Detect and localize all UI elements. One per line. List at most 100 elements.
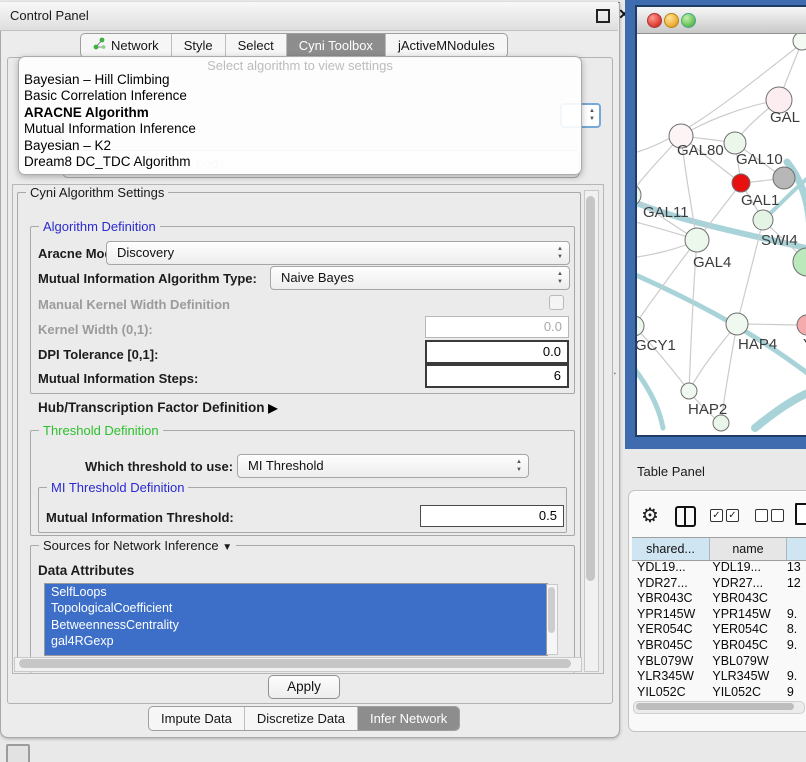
column-header-name[interactable]: name	[710, 538, 787, 560]
table-row[interactable]: YBR045CYBR045C9.	[632, 638, 806, 654]
network-window-titlebar[interactable]	[637, 7, 806, 34]
network-node-7[interactable]	[753, 210, 773, 230]
table-row[interactable]: YER054CYER054C8.	[632, 622, 806, 638]
gear-icon[interactable]: ⚙	[641, 503, 659, 528]
mutual-information-steps-field[interactable]: 6	[425, 364, 569, 388]
split-columns-icon[interactable]	[675, 506, 696, 527]
column-header-partial[interactable]	[787, 538, 806, 560]
apply-button[interactable]: Apply	[268, 675, 340, 699]
close-traffic-light-icon[interactable]	[647, 13, 662, 28]
chevron-right-icon[interactable]: ▶	[268, 401, 277, 415]
document-icon[interactable]	[795, 503, 806, 525]
network-node-8[interactable]	[685, 228, 709, 252]
network-canvas[interactable]: GALGAL80GAL10GAL1GAL11SWI4GAL4GCY1HAP4YH…	[637, 34, 806, 433]
algorithm-option[interactable]: Bayesian – K2	[24, 138, 576, 154]
unchecked-checkbox-icon[interactable]	[755, 509, 768, 522]
data-attribute-item[interactable]: TopologicalCoefficient	[45, 600, 547, 616]
network-edge[interactable]	[681, 100, 779, 136]
network-node-label: GAL	[770, 109, 800, 126]
splitter-handle[interactable]: ‣	[613, 371, 618, 378]
network-edge[interactable]	[637, 240, 697, 326]
hub-definition-label[interactable]: Hub/Transcription Factor Definition ▶	[38, 400, 278, 415]
algorithm-option[interactable]: Bayesian – Hill Climbing	[24, 72, 576, 88]
network-edge-strong[interactable]	[755, 390, 806, 428]
tab-jactivemnodules[interactable]: jActiveMNodules	[386, 34, 507, 57]
network-node-4[interactable]	[732, 174, 750, 192]
tab-network-label: Network	[111, 34, 159, 57]
algorithm-option[interactable]: Mutual Information Inference	[24, 121, 576, 137]
settings-vertical-scrollbar[interactable]	[584, 190, 599, 672]
table-cell: YPR145W	[707, 607, 781, 623]
tab-infer-network[interactable]: Infer Network	[358, 707, 459, 730]
algorithm-option-list: Bayesian – Hill ClimbingBasic Correlatio…	[24, 72, 576, 170]
table-row[interactable]: YPR145WYPR145W9.	[632, 607, 806, 623]
network-view-focus-frame: GALGAL80GAL10GAL1GAL11SWI4GAL4GCY1HAP4YH…	[625, 0, 806, 449]
tab-discretize-data[interactable]: Discretize Data	[245, 707, 358, 730]
table-row[interactable]: YBL079WYBL079W	[632, 654, 806, 670]
aracne-mode-combobox[interactable]: Discovery ▲▼	[106, 241, 570, 265]
algorithm-dropdown-hint: Select algorithm to view settings	[19, 58, 581, 73]
algorithm-option[interactable]: Basic Correlation Inference	[24, 88, 576, 104]
tab-cyni-toolbox[interactable]: Cyni Toolbox	[287, 34, 386, 57]
table-cell: YDR27...	[707, 576, 781, 592]
mi-threshold-field[interactable]: 0.5	[420, 505, 564, 527]
zoom-traffic-light-icon[interactable]	[681, 13, 696, 28]
table-row[interactable]: YLR345WYLR345W9.	[632, 669, 806, 685]
network-node-9[interactable]	[793, 248, 806, 276]
table-row[interactable]: YDL19...YDL19...13	[632, 560, 806, 576]
network-node-5[interactable]	[773, 167, 795, 189]
float-window-icon[interactable]	[596, 9, 610, 23]
bottom-tabbar: Impute Data Discretize Data Infer Networ…	[148, 706, 460, 731]
mi-algorithm-type-combobox[interactable]: Naive Bayes ▲▼	[270, 266, 570, 290]
tab-network[interactable]: Network	[81, 34, 172, 57]
threshold-definition-title: Threshold Definition	[39, 423, 163, 438]
table-cell: YER054C	[632, 622, 707, 638]
data-attribute-item[interactable]: gal4RGexp	[45, 633, 547, 649]
which-threshold-combobox[interactable]: MI Threshold ▲▼	[237, 454, 529, 478]
kernel-width-field[interactable]: 0.0	[425, 316, 569, 338]
algorithm-option[interactable]: ARACNE Algorithm	[24, 105, 576, 121]
network-node-label: SWI4	[761, 232, 798, 249]
tab-impute-data[interactable]: Impute Data	[149, 707, 245, 730]
sources-title[interactable]: Sources for Network Inference ▼	[39, 538, 236, 553]
network-node-11[interactable]	[726, 313, 748, 335]
checked-checkbox-icon[interactable]: ✓	[710, 509, 723, 522]
network-node-0[interactable]	[793, 34, 806, 50]
data-attribute-item[interactable]: BetweennessCentrality	[45, 617, 547, 633]
table-horizontal-scrollbar[interactable]	[633, 701, 805, 714]
data-attribute-item[interactable]: SelfLoops	[45, 584, 547, 600]
table-row[interactable]: YIL052CYIL052C9	[632, 685, 806, 701]
tab-select[interactable]: Select	[226, 34, 287, 57]
combo-stepper-icon: ▲▼	[516, 458, 522, 474]
kernel-width-label: Kernel Width (0,1):	[38, 322, 153, 337]
algorithm-definition-title: Algorithm Definition	[39, 219, 160, 234]
control-panel-titlebar[interactable]	[0, 2, 618, 31]
data-attributes-scrollbar[interactable]	[546, 584, 558, 655]
minimized-panel-icon[interactable]	[6, 744, 30, 762]
network-edge-strong[interactable]	[637, 272, 806, 379]
data-attributes-list[interactable]: SelfLoopsTopologicalCoefficientBetweenne…	[44, 583, 548, 656]
column-header-shared[interactable]: shared...	[632, 538, 710, 560]
algorithm-option[interactable]: Dream8 DC_TDC Algorithm	[24, 154, 576, 170]
unchecked-checkbox-icon[interactable]	[771, 509, 784, 522]
network-edge[interactable]	[689, 324, 737, 391]
dpi-tolerance-field[interactable]: 0.0	[425, 340, 569, 364]
network-edge-strong[interactable]	[637, 362, 663, 428]
network-node-12[interactable]	[797, 315, 806, 335]
settings-horizontal-scrollbar[interactable]	[14, 657, 582, 672]
table-row[interactable]: YBR043CYBR043C	[632, 591, 806, 607]
manual-kernel-width-label: Manual Kernel Width Definition	[38, 297, 230, 312]
minimize-traffic-light-icon[interactable]	[664, 13, 679, 28]
table-cell: 9	[782, 685, 806, 701]
tab-style[interactable]: Style	[172, 34, 226, 57]
network-node-10[interactable]	[637, 316, 644, 336]
chevron-down-icon[interactable]: ▼	[222, 542, 232, 553]
manual-kernel-width-checkbox[interactable]	[549, 295, 564, 310]
app-root: Control Panel ✕ Network Style Select Cyn…	[0, 0, 806, 762]
network-node-13[interactable]	[681, 383, 697, 399]
mi-algorithm-type-label: Mutual Information Algorithm Type:	[38, 271, 257, 286]
table-cell: YBL079W	[707, 654, 781, 670]
table-cell: 9.	[782, 638, 806, 654]
checked-checkbox-icon[interactable]: ✓	[726, 509, 739, 522]
table-row[interactable]: YDR27...YDR27...12	[632, 576, 806, 592]
